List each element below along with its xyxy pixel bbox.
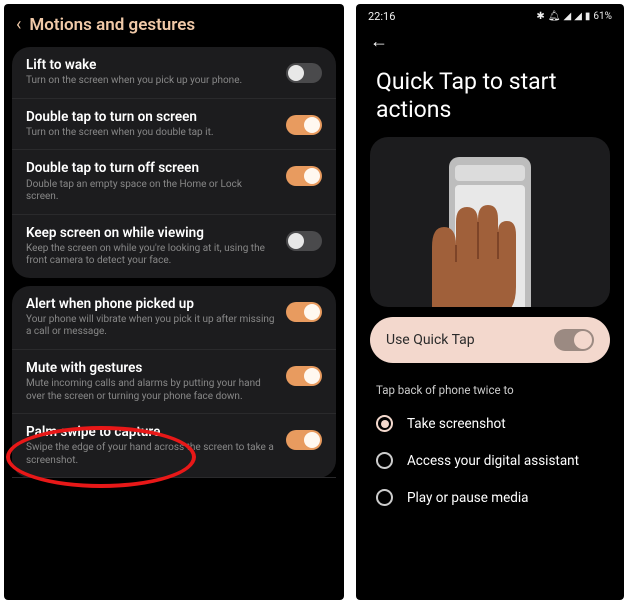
pixel-settings-screen: 22:16 ✱ 🔔︎ ◢ ◢ ▮ 61% ← Quick Tap to star… <box>356 4 624 600</box>
item-title: Keep screen on while viewing <box>26 225 276 241</box>
settings-item[interactable]: Keep screen on while viewing Keep the scr… <box>12 215 336 278</box>
illustration-hand <box>402 187 522 307</box>
status-time: 22:16 <box>368 10 395 23</box>
item-desc: Turn on the screen when you double tap i… <box>26 127 276 140</box>
item-toggle[interactable] <box>286 366 322 386</box>
radio-option[interactable]: Play or pause media <box>356 479 624 516</box>
signal-icon: ◢ <box>574 11 582 22</box>
item-desc: Turn on the screen when you pick up your… <box>26 75 276 88</box>
radio-icon <box>376 415 393 432</box>
item-title: Double tap to turn on screen <box>26 109 276 125</box>
radio-icon <box>376 452 393 469</box>
radio-icon <box>376 489 393 506</box>
settings-item[interactable]: Lift to wake Turn on the screen when you … <box>12 47 336 99</box>
item-title: Double tap to turn off screen <box>26 160 276 176</box>
use-quick-tap-label: Use Quick Tap <box>386 332 475 348</box>
page-title: Quick Tap to start actions <box>356 58 624 137</box>
item-desc: Mute incoming calls and alarms by puttin… <box>26 378 276 403</box>
item-toggle[interactable] <box>286 166 322 186</box>
item-desc: Keep the screen on while you're looking … <box>26 243 276 268</box>
use-quick-tap-toggle[interactable] <box>554 329 594 351</box>
status-bar: 22:16 ✱ 🔔︎ ◢ ◢ ▮ 61% <box>356 4 624 25</box>
back-icon[interactable]: ‹ <box>16 14 21 35</box>
item-toggle[interactable] <box>286 63 322 83</box>
item-desc: Double tap an empty space on the Home or… <box>26 179 276 204</box>
settings-item[interactable]: Double tap to turn on screen Turn on the … <box>12 99 336 151</box>
radio-option[interactable]: Access your digital assistant <box>356 442 624 479</box>
radio-label: Play or pause media <box>407 490 528 506</box>
samsung-settings-screen: ‹ Motions and gestures Lift to wake Turn … <box>4 4 344 600</box>
item-desc: Swipe the edge of your hand across the s… <box>26 442 276 467</box>
battery-text: 61% <box>593 11 612 22</box>
wifi-icon: ◢ <box>564 11 572 22</box>
item-title: Lift to wake <box>26 57 276 73</box>
header: ‹ Motions and gestures <box>4 4 344 43</box>
page-title: Motions and gestures <box>29 15 195 35</box>
item-desc: Your phone will vibrate when you pick it… <box>26 314 276 339</box>
settings-item[interactable]: Double tap to turn off screen Double tap … <box>12 150 336 214</box>
illustration <box>370 137 610 307</box>
settings-item[interactable]: Alert when phone picked up Your phone wil… <box>12 286 336 350</box>
item-toggle[interactable] <box>286 115 322 135</box>
settings-group: Alert when phone picked up Your phone wil… <box>12 286 336 479</box>
section-label: Tap back of phone twice to <box>356 373 624 405</box>
settings-group: Lift to wake Turn on the screen when you … <box>12 47 336 278</box>
item-title: Palm swipe to capture <box>26 424 276 440</box>
settings-item[interactable]: Mute with gestures Mute incoming calls an… <box>12 350 336 414</box>
use-quick-tap-row[interactable]: Use Quick Tap <box>370 317 610 363</box>
back-button[interactable]: ← <box>356 25 624 58</box>
battery-icon: ▮ <box>585 11 591 22</box>
item-toggle[interactable] <box>286 231 322 251</box>
dnd-icon: 🔔︎ <box>548 11 561 22</box>
item-toggle[interactable] <box>286 302 322 322</box>
item-toggle[interactable] <box>286 430 322 450</box>
settings-item[interactable]: Palm swipe to capture Swipe the edge of y… <box>12 414 336 478</box>
radio-label: Access your digital assistant <box>407 453 579 469</box>
radio-option[interactable]: Take screenshot <box>356 405 624 442</box>
item-title: Mute with gestures <box>26 360 276 376</box>
status-icons: ✱ 🔔︎ ◢ ◢ ▮ 61% <box>536 11 612 22</box>
bluetooth-icon: ✱ <box>536 11 544 22</box>
item-title: Alert when phone picked up <box>26 296 276 312</box>
radio-label: Take screenshot <box>407 416 506 432</box>
